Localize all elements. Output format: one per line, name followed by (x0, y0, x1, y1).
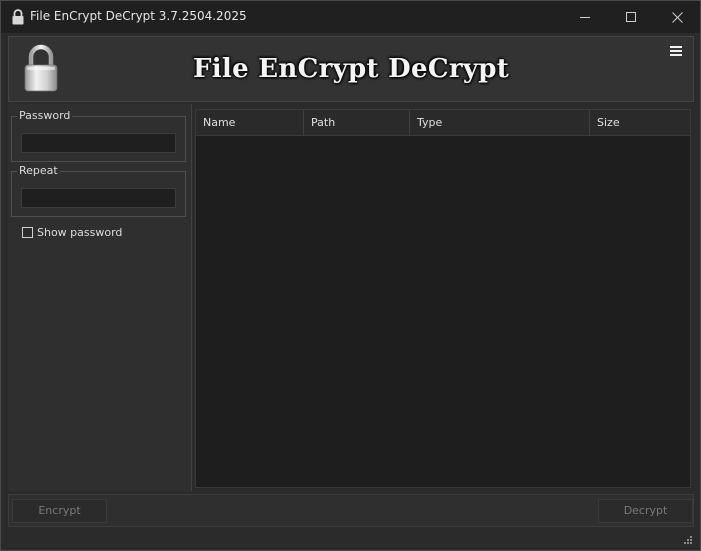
action-bar: Encrypt Decrypt (8, 494, 694, 527)
show-password-label[interactable]: Show password (37, 226, 122, 239)
column-header-name[interactable]: Name (196, 110, 304, 135)
maximize-icon (626, 12, 636, 22)
app-header: File EnCrypt DeCrypt (8, 36, 694, 102)
close-button[interactable] (654, 1, 700, 33)
column-header-size[interactable]: Size (590, 110, 690, 135)
app-window: File EnCrypt DeCrypt 3.7.2504.2025 File … (0, 0, 701, 551)
title-bar[interactable]: File EnCrypt DeCrypt 3.7.2504.2025 (1, 1, 700, 33)
app-title: File EnCrypt DeCrypt (192, 54, 510, 84)
encrypt-button[interactable]: Encrypt (12, 499, 107, 523)
resize-grip-icon[interactable] (683, 535, 693, 545)
show-password-toggle[interactable]: Show password (22, 226, 122, 239)
password-label: Password (17, 109, 73, 122)
repeat-group: Repeat (11, 164, 186, 217)
password-panel: Password Repeat Show password (8, 104, 192, 491)
file-list-table[interactable]: Name Path Type Size (195, 109, 691, 488)
maximize-button[interactable] (608, 1, 654, 33)
window-title: File EnCrypt DeCrypt 3.7.2504.2025 (30, 9, 247, 23)
table-header: Name Path Type Size (196, 110, 690, 136)
column-header-type[interactable]: Type (410, 110, 590, 135)
hamburger-menu-icon[interactable] (670, 46, 682, 56)
column-header-path[interactable]: Path (304, 110, 410, 135)
password-group: Password (11, 109, 186, 162)
password-input[interactable] (21, 133, 176, 153)
close-icon (671, 11, 683, 23)
show-password-checkbox[interactable] (22, 227, 33, 238)
lock-icon (12, 9, 24, 25)
decrypt-button[interactable]: Decrypt (598, 499, 693, 523)
repeat-label: Repeat (17, 164, 60, 177)
minimize-icon (580, 17, 590, 18)
minimize-button[interactable] (562, 1, 608, 33)
repeat-password-input[interactable] (21, 188, 176, 208)
